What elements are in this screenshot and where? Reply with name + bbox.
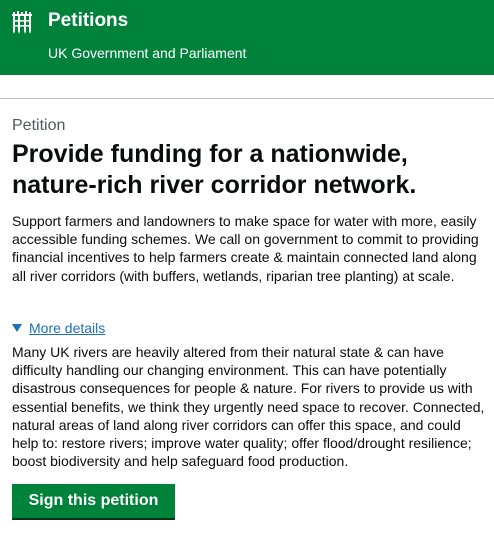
more-details-link[interactable]: More details — [29, 320, 105, 336]
site-header: Petitions UK Government and Parliament — [0, 0, 494, 75]
site-title[interactable]: Petitions — [48, 9, 128, 33]
petition-summary: Support farmers and landowners to make s… — [12, 213, 479, 284]
petition-details: Many UK rivers are heavily altered from … — [12, 344, 485, 470]
more-details-toggle[interactable]: More details — [12, 319, 105, 337]
site-subtitle: UK Government and Parliament — [48, 45, 247, 61]
sign-petition-button[interactable]: Sign this petition — [12, 484, 175, 518]
triangle-down-icon — [12, 324, 22, 332]
crowned-portcullis-icon[interactable] — [11, 11, 33, 35]
petition-title: Provide funding for a nationwide, nature… — [12, 140, 417, 199]
header-divider — [0, 98, 494, 99]
page-caption: Petition — [12, 117, 66, 134]
